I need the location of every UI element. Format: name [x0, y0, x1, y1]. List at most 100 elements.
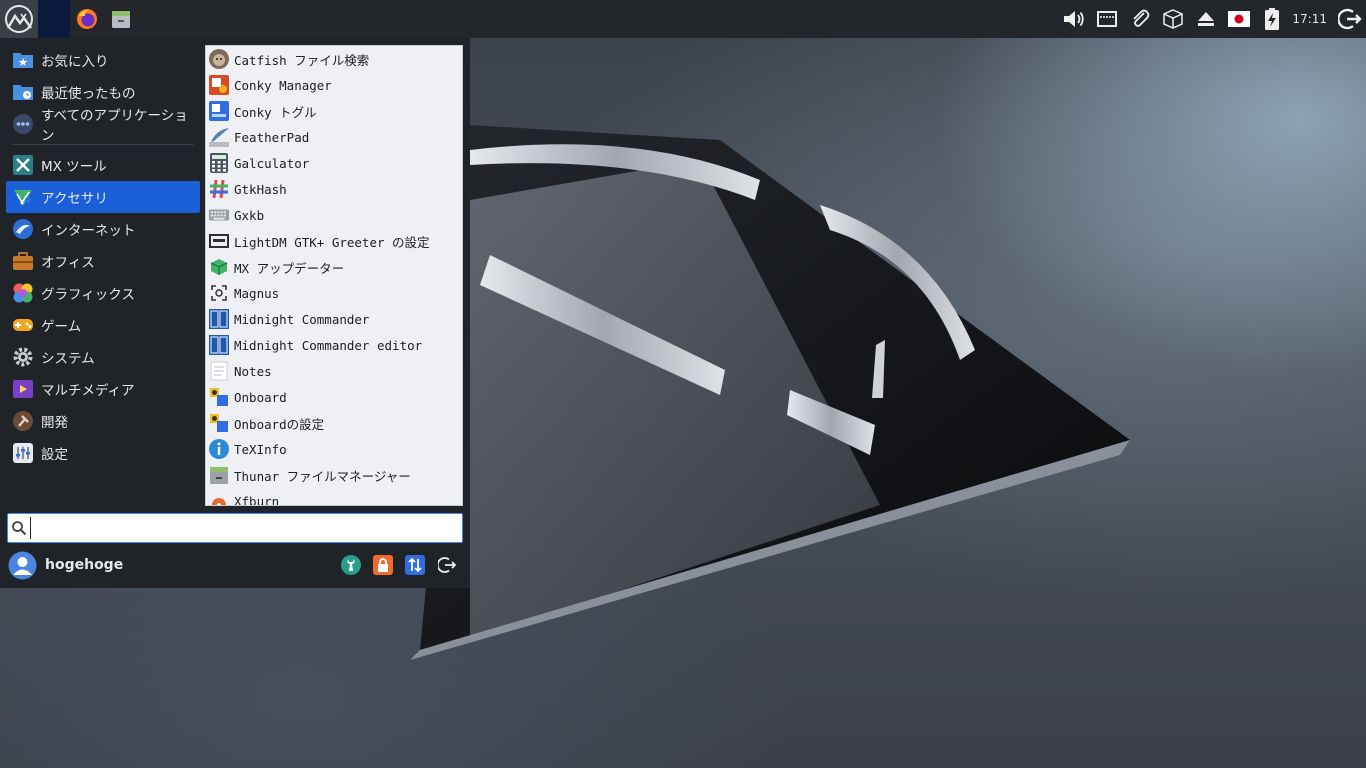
- logout-panel-button[interactable]: [1333, 0, 1366, 38]
- multimedia-icon: [12, 378, 34, 400]
- app-onboard[interactable]: Onboard: [206, 384, 462, 410]
- recent-folder-icon: [12, 81, 34, 103]
- app-label: Catfish ファイル検索: [234, 52, 370, 68]
- app-texinfo[interactable]: TeXInfo: [206, 436, 462, 462]
- conky-toggle-icon: [208, 100, 230, 122]
- eject-button[interactable]: [1189, 0, 1222, 38]
- category-label: オフィス: [41, 255, 95, 271]
- mx-tools-icon: [12, 154, 34, 176]
- file-manager-launcher[interactable]: [104, 0, 138, 38]
- search-icon: [8, 520, 30, 536]
- notes-icon: [208, 360, 230, 382]
- application-list[interactable]: Catfish ファイル検索 Conky Manager Conky トグル F…: [205, 45, 463, 506]
- category-mx-tools[interactable]: MX ツール: [6, 149, 200, 181]
- category-development[interactable]: 開発: [6, 405, 200, 437]
- app-notes[interactable]: Notes: [206, 358, 462, 384]
- category-internet[interactable]: インターネット: [6, 213, 200, 245]
- app-label: FeatherPad: [234, 129, 310, 145]
- mx-logo-icon: [5, 5, 33, 33]
- settings-icon: [12, 442, 34, 464]
- system-tray: 17:11: [1057, 0, 1366, 38]
- category-multimedia[interactable]: マルチメディア: [6, 373, 200, 405]
- onboard-icon: [208, 386, 230, 408]
- app-label: Notes: [234, 363, 272, 379]
- username: hogehoge: [45, 557, 124, 573]
- app-galculator[interactable]: Galculator: [206, 150, 462, 176]
- system-icon: [12, 346, 34, 368]
- mx-updater-icon: [208, 256, 230, 278]
- all-apps-icon: [12, 113, 34, 135]
- app-midnight-commander-editor[interactable]: Midnight Commander editor: [206, 332, 462, 358]
- network-button[interactable]: [1090, 0, 1123, 38]
- app-onboard-settings[interactable]: Onboardの設定: [206, 410, 462, 436]
- app-lightdm-greeter-settings[interactable]: LightDM GTK+ Greeter の設定: [206, 228, 462, 254]
- applications-menu: お気に入り 最近使ったもの すべてのアプリケーション MX ツール アクセサリ: [0, 38, 470, 588]
- category-graphics[interactable]: グラフィックス: [6, 277, 200, 309]
- app-thunar[interactable]: Thunar ファイルマネージャー: [206, 462, 462, 488]
- app-conky-toggle[interactable]: Conky トグル: [206, 98, 462, 124]
- log-out-button[interactable]: [431, 550, 463, 580]
- firefox-launcher[interactable]: [70, 0, 104, 38]
- app-label: GtkHash: [234, 181, 287, 197]
- user-avatar-icon: [8, 551, 37, 579]
- app-label: LightDM GTK+ Greeter の設定: [234, 234, 430, 250]
- app-label: Magnus: [234, 285, 280, 301]
- thunar-icon: [208, 464, 230, 486]
- category-accessories[interactable]: アクセサリ: [6, 181, 200, 213]
- app-featherpad[interactable]: FeatherPad: [206, 124, 462, 150]
- user-row: hogehoge: [8, 550, 463, 580]
- clock[interactable]: 17:11: [1288, 0, 1333, 38]
- info-icon: [208, 438, 230, 460]
- network-icon: [1096, 11, 1117, 27]
- magnifier-icon: [208, 282, 230, 304]
- app-gtkhash[interactable]: GtkHash: [206, 176, 462, 202]
- logout-icon: [438, 557, 456, 573]
- package-icon: [1163, 9, 1183, 29]
- category-label: ゲーム: [41, 319, 82, 335]
- app-label: TeXInfo: [234, 441, 287, 457]
- category-system[interactable]: システム: [6, 341, 200, 373]
- app-midnight-commander[interactable]: Midnight Commander: [206, 306, 462, 332]
- games-icon: [12, 314, 34, 336]
- clipboard-button[interactable]: [1123, 0, 1156, 38]
- switch-user-button[interactable]: [399, 550, 431, 580]
- category-label: すべてのアプリケーション: [41, 108, 188, 144]
- app-gxkb[interactable]: Gxkb: [206, 202, 462, 228]
- accessories-icon: [12, 186, 34, 208]
- keyboard-layout-button[interactable]: [1222, 0, 1255, 38]
- settings-manager-button[interactable]: [335, 550, 367, 580]
- volume-icon: [1063, 11, 1084, 27]
- category-favorites[interactable]: お気に入り: [6, 44, 200, 76]
- conky-manager-icon: [208, 74, 230, 96]
- session-actions: [335, 550, 463, 580]
- midnight-commander-editor-icon: [208, 334, 230, 356]
- app-label: Conky トグル: [234, 104, 317, 120]
- search-input[interactable]: [30, 517, 462, 539]
- category-separator: [12, 144, 194, 145]
- app-catfish[interactable]: Catfish ファイル検索: [206, 46, 462, 72]
- category-office[interactable]: オフィス: [6, 245, 200, 277]
- battery-button[interactable]: [1255, 0, 1288, 38]
- office-icon: [12, 250, 34, 272]
- search-box[interactable]: [7, 513, 463, 543]
- category-games[interactable]: ゲーム: [6, 309, 200, 341]
- lock-screen-button[interactable]: [367, 550, 399, 580]
- app-label: Midnight Commander editor: [234, 337, 423, 353]
- volume-button[interactable]: [1057, 0, 1090, 38]
- category-all-applications[interactable]: すべてのアプリケーション: [6, 108, 200, 144]
- app-magnus[interactable]: Magnus: [206, 280, 462, 306]
- midnight-commander-icon: [208, 308, 230, 330]
- app-conky-manager[interactable]: Conky Manager: [206, 72, 462, 98]
- eject-icon: [1197, 12, 1214, 26]
- category-label: グラフィックス: [41, 287, 135, 303]
- app-mx-updater[interactable]: MX アップデーター: [206, 254, 462, 280]
- app-label: MX アップデーター: [234, 260, 345, 276]
- category-settings[interactable]: 設定: [6, 437, 200, 469]
- app-xfburn[interactable]: Xfburn: [206, 488, 462, 505]
- applications-menu-button[interactable]: [0, 0, 38, 38]
- top-panel: 17:11: [0, 0, 1366, 38]
- workspace-switcher[interactable]: [38, 0, 70, 38]
- favorites-folder-icon: [12, 49, 34, 71]
- updater-button[interactable]: [1156, 0, 1189, 38]
- category-label: MX ツール: [41, 159, 107, 175]
